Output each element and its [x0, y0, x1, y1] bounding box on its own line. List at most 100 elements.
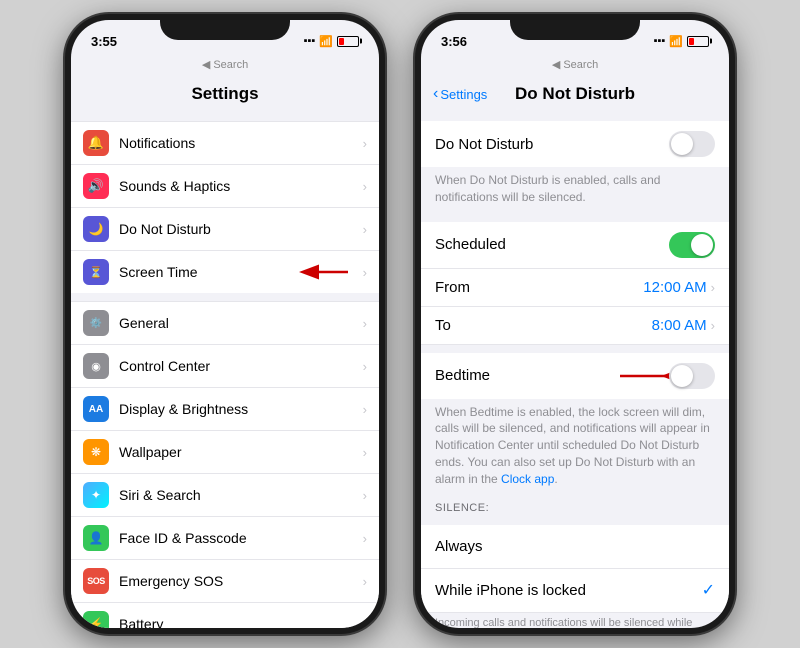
- scheduled-group: Scheduled From 12:00 AM › To 8:00 AM ›: [421, 222, 729, 345]
- sos-label: Emergency SOS: [119, 573, 363, 589]
- chevron-icon: ›: [363, 488, 367, 503]
- silence-header: SILENCE:: [421, 496, 729, 517]
- sounds-label: Sounds & Haptics: [119, 178, 363, 194]
- from-label: From: [435, 279, 643, 296]
- row-screen-time[interactable]: ⏳ Screen Time ›: [71, 251, 379, 293]
- toggle-thumb: [671, 365, 693, 387]
- wallpaper-icon: ❋: [83, 439, 109, 465]
- row-sounds[interactable]: 🔊 Sounds & Haptics ›: [71, 165, 379, 208]
- sounds-icon: 🔊: [83, 173, 109, 199]
- search-area-dnd: ◀ Search: [421, 56, 729, 75]
- silence-always-row[interactable]: Always: [421, 525, 729, 569]
- screen-dnd: 3:56 ▪▪▪ 📶 ◀ Search ‹ Settings Do Not Di…: [421, 20, 729, 628]
- battery-icon: [337, 36, 359, 47]
- from-row[interactable]: From 12:00 AM ›: [421, 269, 729, 307]
- wifi-icon: 📶: [669, 35, 683, 48]
- face-id-label: Face ID & Passcode: [119, 530, 363, 546]
- nav-bar: Settings: [71, 75, 379, 113]
- checkmark-icon: ✓: [702, 580, 715, 600]
- silence-locked-sub: Incoming calls and notifications will be…: [421, 613, 729, 628]
- silence-locked-label: While iPhone is locked: [435, 582, 702, 599]
- scheduled-row[interactable]: Scheduled: [421, 222, 729, 269]
- search-area: ◀ Search: [71, 56, 379, 75]
- to-value: 8:00 AM: [652, 317, 707, 334]
- battery-icon-dnd: [687, 36, 709, 47]
- notifications-label: Notifications: [119, 135, 363, 151]
- status-time: 3:55: [91, 34, 117, 49]
- display-icon: AA: [83, 396, 109, 422]
- dnd-content: Do Not Disturb When Do Not Disturb is en…: [421, 113, 729, 628]
- chevron-icon: ›: [363, 222, 367, 237]
- wifi-icon: 📶: [319, 35, 333, 48]
- dnd-sub-text: When Do Not Disturb is enabled, calls an…: [421, 167, 729, 214]
- scheduled-toggle[interactable]: [669, 232, 715, 258]
- arrow-annotation-screen-time: [296, 261, 351, 283]
- search-label-dnd: ◀ Search: [437, 58, 713, 71]
- back-button[interactable]: ‹ Settings: [433, 85, 487, 103]
- from-value: 12:00 AM: [643, 279, 706, 296]
- chevron-left-icon: ‹: [433, 85, 438, 103]
- row-face-id[interactable]: 👤 Face ID & Passcode ›: [71, 517, 379, 560]
- row-siri[interactable]: ✦ Siri & Search ›: [71, 474, 379, 517]
- row-general[interactable]: ⚙️ General ›: [71, 301, 379, 345]
- dnd-toggle[interactable]: [669, 131, 715, 157]
- row-notifications[interactable]: 🔔 Notifications ›: [71, 121, 379, 165]
- scheduled-label: Scheduled: [435, 236, 669, 253]
- general-label: General: [119, 315, 363, 331]
- dnd-icon: 🌙: [83, 216, 109, 242]
- notch: [510, 14, 640, 40]
- bedtime-sub-text: When Bedtime is enabled, the lock screen…: [421, 399, 729, 496]
- bedtime-row[interactable]: Bedtime: [421, 353, 729, 399]
- row-sos[interactable]: SOS Emergency SOS ›: [71, 560, 379, 603]
- to-label: To: [435, 317, 652, 334]
- phone-dnd: 3:56 ▪▪▪ 📶 ◀ Search ‹ Settings Do Not Di…: [415, 14, 735, 634]
- battery-row-icon: ⚡: [83, 611, 109, 628]
- chevron-icon: ›: [363, 617, 367, 629]
- settings-group-1: 🔔 Notifications › 🔊 Sounds & Haptics › 🌙…: [71, 121, 379, 293]
- notch: [160, 14, 290, 40]
- silence-always-label: Always: [435, 538, 715, 555]
- status-time-dnd: 3:56: [441, 34, 467, 49]
- search-label: ◀ Search: [87, 58, 363, 71]
- chevron-icon: ›: [363, 359, 367, 374]
- nav-title: Settings: [191, 84, 258, 104]
- clock-app-link[interactable]: Clock app: [501, 472, 554, 486]
- dnd-group-main: Do Not Disturb: [421, 121, 729, 167]
- nav-bar-dnd: ‹ Settings Do Not Disturb: [421, 75, 729, 113]
- phone-settings: 3:55 ▪▪▪ 📶 ◀ Search Settings 🔔 Notificat: [65, 14, 385, 634]
- row-wallpaper[interactable]: ❋ Wallpaper ›: [71, 431, 379, 474]
- chevron-icon: ›: [363, 179, 367, 194]
- notifications-icon: 🔔: [83, 130, 109, 156]
- screen: 3:55 ▪▪▪ 📶 ◀ Search Settings 🔔 Notificat: [71, 20, 379, 628]
- arrow-annotation-bedtime: [620, 365, 675, 387]
- row-display[interactable]: AA Display & Brightness ›: [71, 388, 379, 431]
- chevron-icon: ›: [363, 265, 367, 280]
- signal-icon: ▪▪▪: [654, 35, 666, 47]
- control-center-icon: ◉: [83, 353, 109, 379]
- silence-locked-row[interactable]: While iPhone is locked ✓: [421, 569, 729, 613]
- siri-icon: ✦: [83, 482, 109, 508]
- row-dnd[interactable]: 🌙 Do Not Disturb ›: [71, 208, 379, 251]
- wallpaper-label: Wallpaper: [119, 444, 363, 460]
- dnd-label: Do Not Disturb: [119, 221, 363, 237]
- to-row[interactable]: To 8:00 AM ›: [421, 307, 729, 345]
- display-label: Display & Brightness: [119, 401, 363, 417]
- battery-label: Battery: [119, 616, 363, 628]
- settings-group-2: ⚙️ General › ◉ Control Center › AA Displ…: [71, 301, 379, 628]
- bedtime-toggle[interactable]: [669, 363, 715, 389]
- dnd-toggle-row[interactable]: Do Not Disturb: [421, 121, 729, 167]
- chevron-icon: ›: [711, 318, 715, 333]
- back-label: Settings: [440, 87, 487, 102]
- row-control-center[interactable]: ◉ Control Center ›: [71, 345, 379, 388]
- signal-icon: ▪▪▪: [304, 35, 316, 47]
- row-battery[interactable]: ⚡ Battery ›: [71, 603, 379, 628]
- chevron-icon: ›: [363, 531, 367, 546]
- chevron-icon: ›: [363, 136, 367, 151]
- face-id-icon: 👤: [83, 525, 109, 551]
- control-center-label: Control Center: [119, 358, 363, 374]
- bedtime-group: Bedtime: [421, 353, 729, 399]
- chevron-icon: ›: [711, 280, 715, 295]
- silence-group: Always While iPhone is locked ✓: [421, 525, 729, 613]
- dnd-main-label: Do Not Disturb: [435, 136, 669, 153]
- screen-time-icon: ⏳: [83, 259, 109, 285]
